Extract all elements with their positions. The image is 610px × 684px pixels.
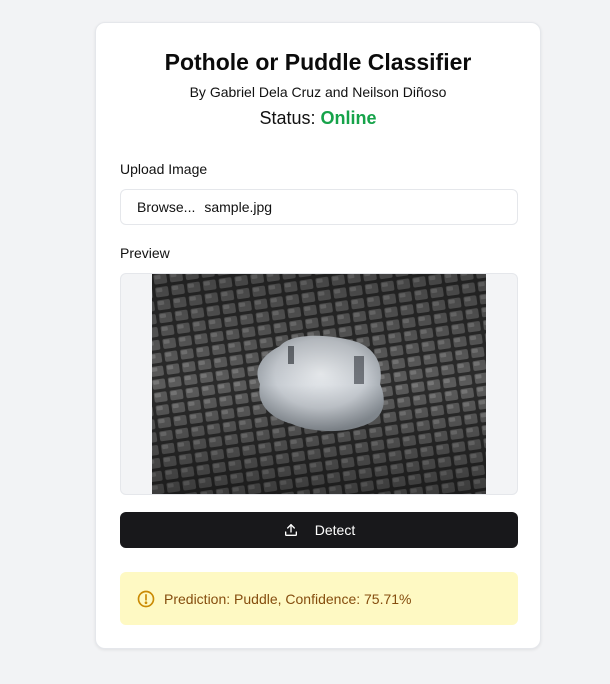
preview-image (152, 274, 486, 494)
detect-label: Detect (314, 522, 356, 538)
alert-circle-icon (137, 590, 155, 607)
upload-icon (284, 524, 297, 536)
file-name: sample.jpg (204, 199, 273, 215)
status-label: Status: (259, 108, 316, 128)
image-preview (120, 273, 518, 495)
file-input[interactable]: Browse... sample.jpg (120, 189, 518, 225)
upload-label: Upload Image (120, 161, 208, 177)
detect-button[interactable]: Detect (120, 512, 518, 548)
prediction-alert: Prediction: Puddle, Confidence: 75.71% (120, 572, 518, 625)
authors-text: By Gabriel Dela Cruz and Neilson Diñoso (189, 84, 447, 100)
status-value: Online (320, 108, 377, 128)
page-title: Pothole or Puddle Classifier (164, 49, 472, 75)
status-line: Status: Online (96, 108, 540, 129)
classifier-card: Pothole or Puddle Classifier By Gabriel … (95, 22, 541, 649)
prediction-text: Prediction: Puddle, Confidence: 75.71% (164, 590, 412, 607)
preview-label: Preview (120, 245, 170, 261)
browse-button[interactable]: Browse... (137, 199, 195, 215)
